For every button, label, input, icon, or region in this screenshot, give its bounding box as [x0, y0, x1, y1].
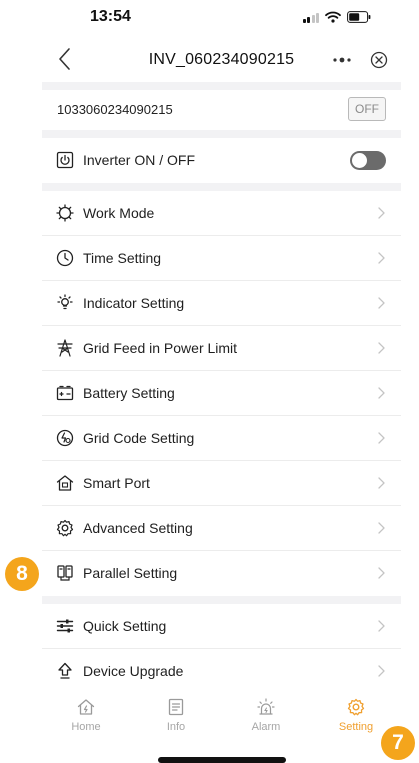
device-serial-row: 1033060234090215 OFF: [42, 90, 401, 130]
document-icon: [168, 698, 184, 716]
menu-item-indicator-setting[interactable]: Indicator Setting: [42, 281, 401, 326]
menu-item-time-setting[interactable]: Time Setting: [42, 236, 401, 281]
battery-icon: [56, 385, 74, 401]
chevron-right-icon: [378, 522, 385, 534]
tab-home[interactable]: Home: [42, 697, 130, 741]
menu-item-parallel-setting[interactable]: Parallel Setting: [42, 551, 401, 596]
menu-item-label: Quick Setting: [83, 618, 167, 634]
menu-item-work-mode[interactable]: Work Mode: [42, 191, 401, 236]
menu-item-advanced-setting[interactable]: Advanced Setting: [42, 506, 401, 551]
signal-icon: [302, 12, 319, 23]
power-icon: [56, 151, 74, 169]
menu-item-smart-port[interactable]: Smart Port: [42, 461, 401, 506]
chevron-right-icon: [378, 477, 385, 489]
menu-item-label: Advanced Setting: [83, 520, 193, 536]
menu-item-quick-setting[interactable]: Quick Setting: [42, 604, 401, 649]
section-gap: [42, 596, 401, 604]
inverter-onoff-label: Inverter ON / OFF: [83, 152, 196, 168]
more-options-button[interactable]: [330, 50, 354, 70]
tab-info[interactable]: Info: [132, 697, 220, 741]
toggle-knob: [352, 153, 367, 168]
close-button[interactable]: [368, 49, 390, 71]
inverter-onoff-row: Inverter ON / OFF: [42, 138, 401, 183]
section-gap: [42, 82, 401, 90]
menu-item-label: Parallel Setting: [83, 565, 178, 581]
menu-item-label: Indicator Setting: [83, 295, 185, 311]
menu-item-label: Battery Setting: [83, 385, 175, 401]
menu-item-grid-code-setting[interactable]: Grid Code Setting: [42, 416, 401, 461]
tab-alarm[interactable]: Alarm: [222, 697, 310, 741]
phone-screen: 13:54 INV_060234090215 1033060234090215 …: [42, 0, 401, 763]
battery-status-icon: [347, 11, 371, 23]
status-icons: [302, 11, 372, 23]
clock-icon: [56, 249, 74, 267]
menu-item-device-upgrade[interactable]: Device Upgrade: [42, 649, 401, 694]
chevron-right-icon: [378, 342, 385, 354]
indicator-icon: [57, 294, 73, 310]
step-badge-8: 8: [5, 557, 39, 591]
gear-icon: [56, 519, 74, 537]
grid-tower-icon: [57, 339, 73, 357]
chevron-right-icon: [378, 432, 385, 444]
wifi-icon: [325, 11, 341, 23]
tab-label: Info: [166, 721, 186, 733]
gear-icon: [347, 698, 365, 716]
chevron-right-icon: [378, 207, 385, 219]
chevron-right-icon: [378, 252, 385, 264]
chevron-right-icon: [378, 297, 385, 309]
menu-item-label: Time Setting: [83, 250, 162, 266]
step-badge-7: 7: [381, 726, 415, 760]
chevron-right-icon: [378, 620, 385, 632]
alarm-icon: [257, 698, 275, 715]
sliders-icon: [56, 619, 74, 633]
chevron-right-icon: [378, 567, 385, 579]
inverter-power-toggle[interactable]: [350, 151, 386, 170]
menu-item-label: Grid Code Setting: [83, 430, 195, 446]
tab-label: Alarm: [251, 721, 281, 733]
parallel-icon: [57, 565, 73, 581]
upgrade-icon: [58, 662, 72, 679]
chevron-right-icon: [378, 665, 385, 677]
nav-bar: INV_060234090215: [42, 38, 401, 82]
menu-item-label: Grid Feed in Power Limit: [83, 340, 238, 356]
tab-label: Home: [71, 721, 101, 733]
section-gap: [42, 183, 401, 191]
grid-code-icon: [56, 429, 74, 447]
work-mode-icon: [56, 204, 74, 222]
device-serial: 1033060234090215: [57, 102, 173, 117]
menu-item-grid-feed-limit[interactable]: Grid Feed in Power Limit: [42, 326, 401, 371]
section-gap: [42, 130, 401, 138]
chevron-right-icon: [378, 387, 385, 399]
bottom-tab-bar: Home Info Alarm Setting: [42, 693, 401, 745]
home-icon: [77, 699, 95, 715]
home-indicator: [158, 757, 286, 763]
off-status-badge[interactable]: OFF: [348, 97, 386, 121]
menu-item-battery-setting[interactable]: Battery Setting: [42, 371, 401, 416]
status-bar: 13:54: [42, 0, 401, 38]
menu-item-label: Work Mode: [83, 205, 155, 221]
menu-item-label: Smart Port: [83, 475, 150, 491]
smart-port-icon: [56, 475, 74, 491]
status-time: 13:54: [90, 8, 131, 25]
menu-item-label: Device Upgrade: [83, 663, 184, 679]
